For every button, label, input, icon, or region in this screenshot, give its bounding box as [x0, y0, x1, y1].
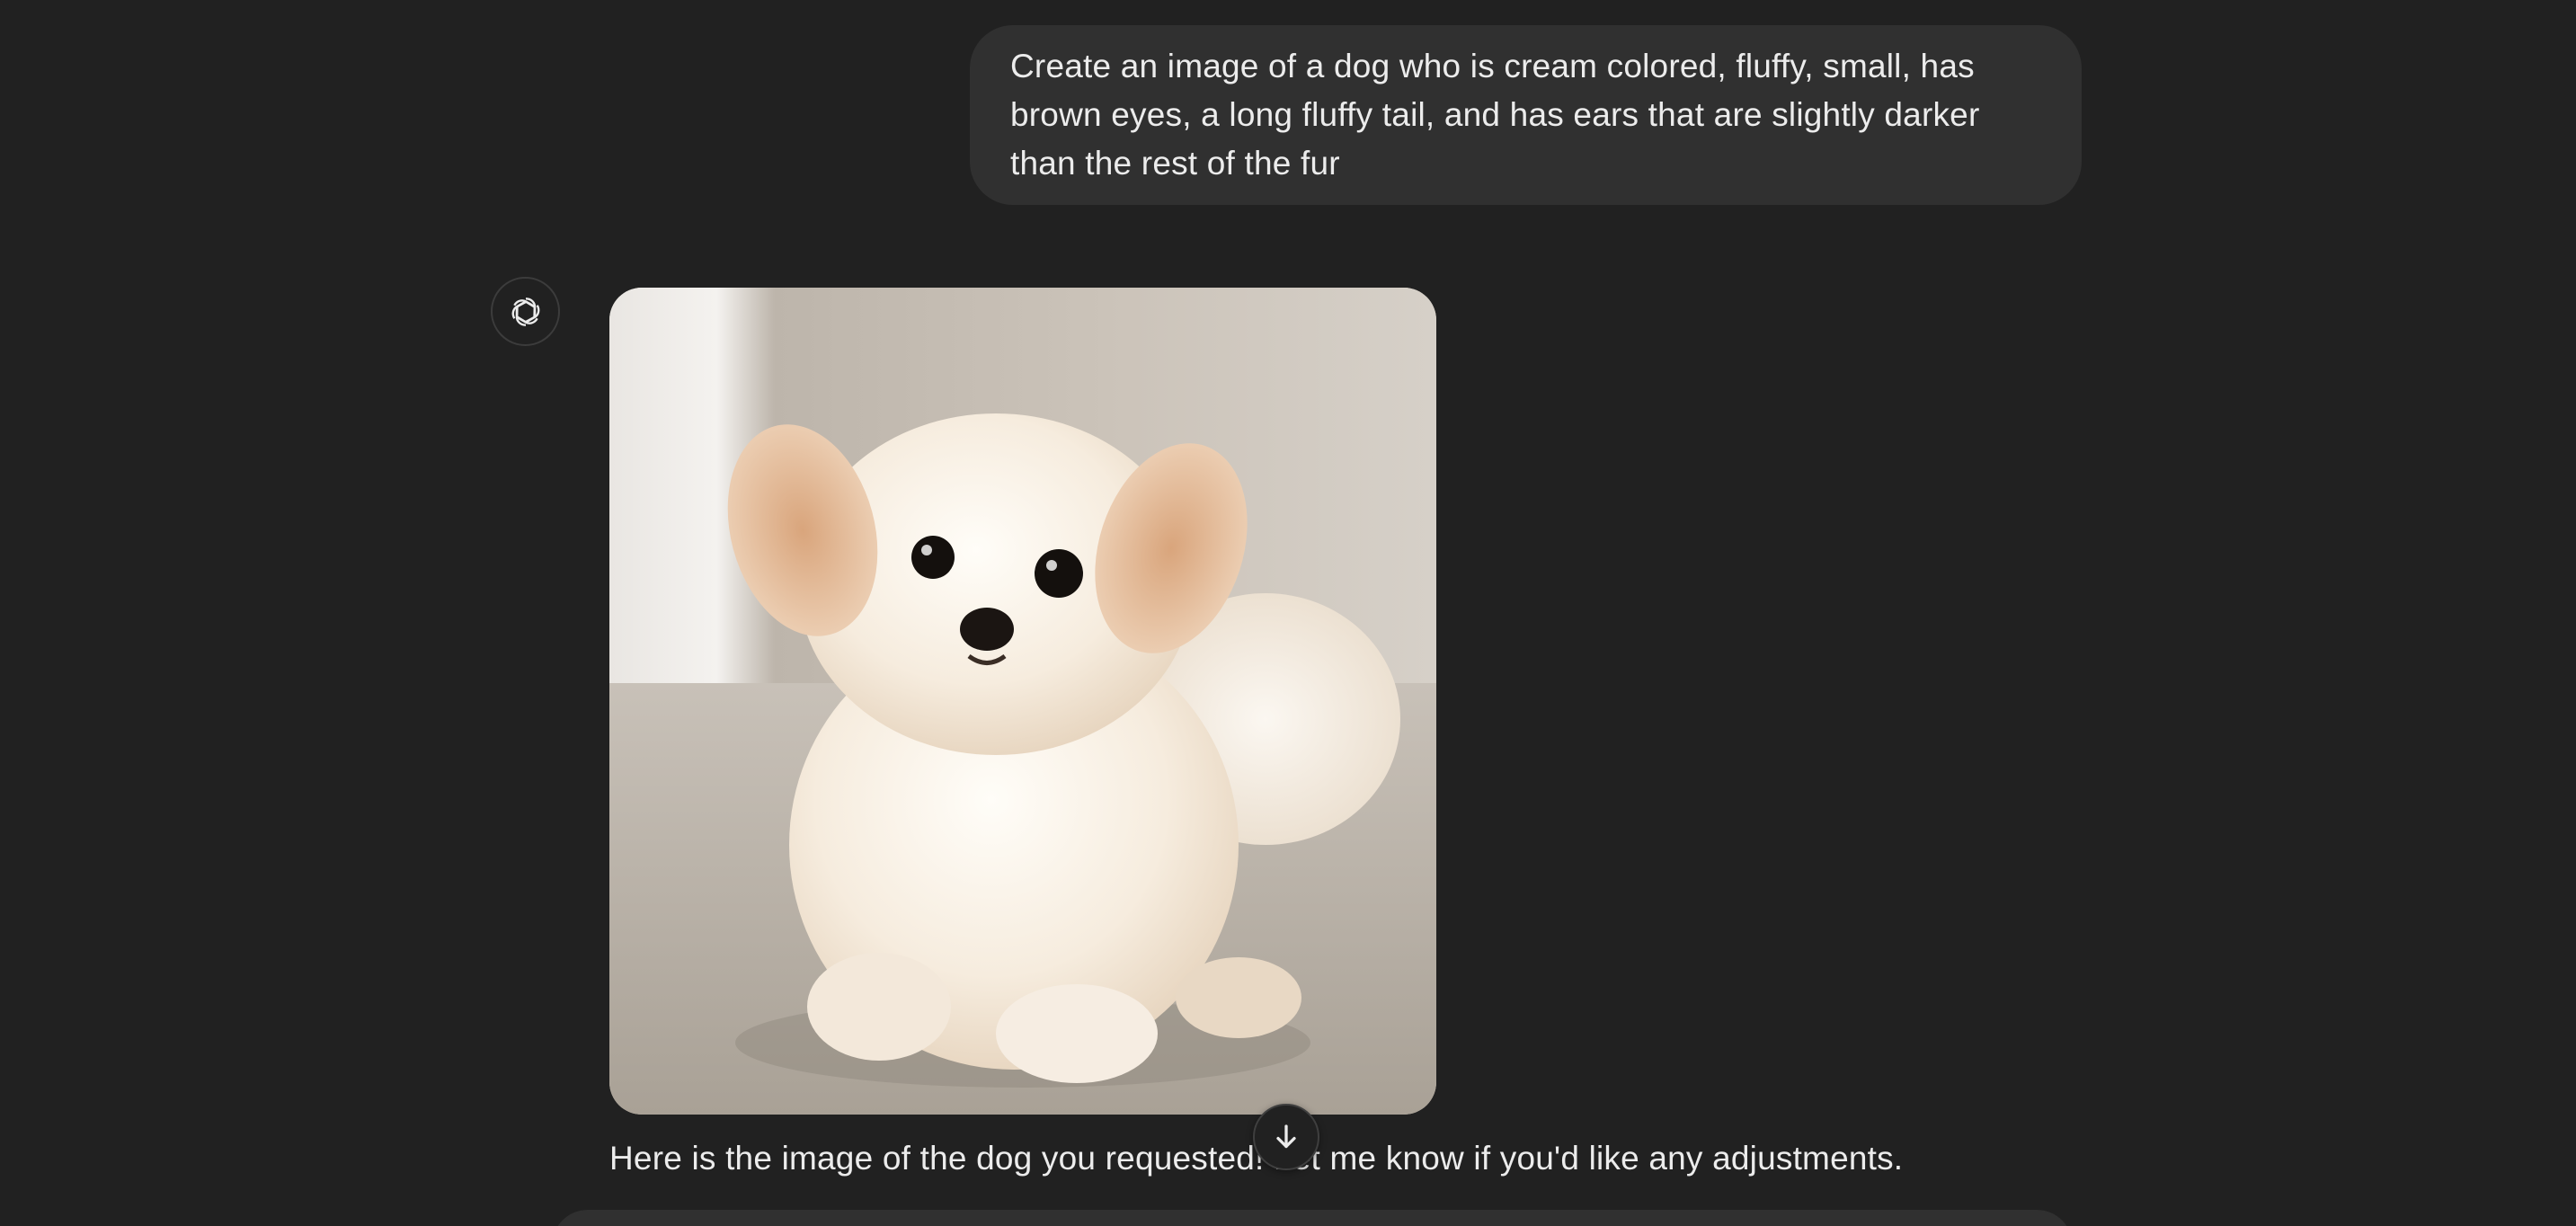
generated-dog-image[interactable] [609, 288, 1436, 1115]
chat-view: Create an image of a dog who is cream co… [0, 0, 2576, 1226]
dog-illustration [609, 288, 1436, 1115]
user-message-bubble: Create an image of a dog who is cream co… [970, 25, 2082, 205]
assistant-avatar [491, 277, 560, 346]
openai-logo-icon [511, 297, 539, 326]
scroll-to-bottom-button[interactable] [1253, 1104, 1319, 1170]
user-message-text: Create an image of a dog who is cream co… [1010, 48, 1980, 182]
message-composer[interactable] [552, 1210, 2073, 1226]
arrow-down-icon [1276, 1124, 1296, 1149]
